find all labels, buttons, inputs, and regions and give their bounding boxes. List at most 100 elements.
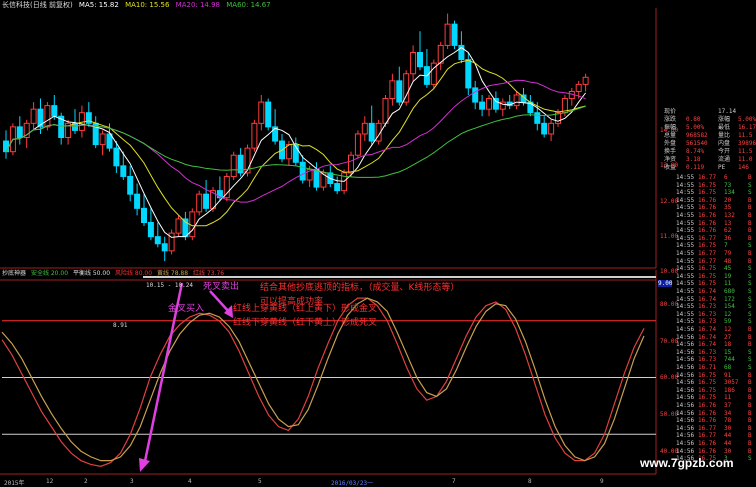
chart-header: 长信科技(日线 前复权) MA5: 15.82 MA10: 15.56 MA20… (2, 0, 275, 10)
candle-body (348, 154, 354, 174)
ref-line-label: 10.15 - 10.24 (146, 282, 193, 289)
quote-value: 398962 (738, 140, 756, 147)
candle-body (203, 193, 210, 209)
candle-body (120, 165, 127, 177)
x-axis-label: 2016/03/23一 (331, 480, 374, 487)
candle-body (299, 161, 306, 181)
quote-row: 净资 3.18 流通 11.0 (656, 156, 756, 164)
quote-label: 流通 (718, 156, 731, 163)
quote-value: 11.0 (738, 156, 753, 163)
candle-body (479, 101, 486, 110)
candle-body (492, 98, 499, 110)
candle-body (513, 94, 520, 107)
candle-body (154, 236, 161, 245)
ma60-label: MA60: 14.67 (226, 1, 271, 9)
candle-body (230, 154, 237, 177)
quote-value: 11.5 (738, 148, 753, 155)
indicator-name: 抄底神器 (2, 270, 27, 277)
x-axis-label: 9 (600, 478, 604, 485)
indicator-item: 安全线 20.00 (30, 270, 69, 277)
candle-body (258, 101, 265, 124)
golden-cross-arrowhead (139, 458, 150, 472)
candle-body (465, 59, 472, 89)
candle-body (382, 98, 389, 124)
indicator-header: 抄底神器 安全线 20.00 平衡线 50.00 风险线 80.00 黄线 78… (2, 270, 227, 278)
candle-body (444, 23, 451, 46)
x-axis-label: 7 (452, 478, 456, 485)
candle-body (16, 126, 23, 138)
candle-body (417, 52, 423, 68)
quote-value: 8.74% (686, 148, 705, 155)
quote-label: 振幅 (664, 124, 677, 131)
candle-body (251, 122, 258, 149)
candle-body (582, 76, 589, 85)
quote-label: 涨跌 (664, 116, 677, 123)
quote-label: 最低 (718, 124, 731, 131)
quote-value: 3.18 (686, 156, 701, 163)
quote-value: 11.5 (738, 132, 753, 139)
quote-label: 换手 (664, 148, 677, 155)
quote-label: 收益 (664, 164, 677, 171)
candle-body (141, 207, 147, 223)
candle-body (548, 122, 555, 135)
quote-label: 总量 (664, 132, 677, 139)
candle-body (3, 140, 9, 153)
quote-panel: 现价 17.14 涨跌 0.80 涨幅 5.00% 振幅 5.00% 最低 16.17 总量 9685… (656, 108, 756, 468)
candlestick-series (3, 13, 589, 262)
quote-label: 内盘 (718, 140, 731, 147)
indicator-item: 风险线 80.00 (114, 270, 153, 277)
candle-body (354, 133, 361, 156)
quote-value: 5.00% (686, 124, 705, 131)
tick-cell: S (748, 455, 752, 463)
candle-body (44, 105, 51, 128)
x-axis-label: 2 (84, 478, 88, 485)
ma10-label: MA10: 15.56 (125, 1, 170, 9)
candle-body (403, 73, 410, 103)
candle-body (410, 52, 417, 75)
quote-label: 现价 (664, 108, 677, 115)
x-axis-label: 8 (528, 478, 532, 485)
candle-body (396, 80, 403, 103)
golden-cross-rule: 红线上穿黄线（红上黄下）形成金叉 (233, 304, 378, 314)
ma20-label: MA20: 14.98 (175, 1, 221, 9)
quote-row: 换手 8.74% 今开 11.5 (656, 148, 756, 156)
quote-row: 总量 968582 量比 11.5 (656, 132, 756, 140)
candle-body (389, 80, 396, 100)
quote-row: 收益 0.119 PE 146 (656, 164, 756, 172)
candle-body (472, 87, 479, 103)
x-axis-label: 4 (188, 478, 192, 485)
quote-label: 净资 (664, 156, 677, 163)
candle-body (134, 193, 141, 209)
candle-body (30, 108, 37, 124)
death-cross-arrow (209, 290, 231, 314)
candle-body (534, 112, 541, 124)
candle-body (541, 122, 548, 135)
quote-label: 17.14 (718, 108, 737, 115)
candle-body (334, 183, 341, 192)
quote-row: 涨跌 0.80 涨幅 5.00% (656, 116, 756, 124)
quote-label: 今开 (718, 148, 731, 155)
x-axis-label: 12 (46, 478, 54, 485)
candle-body (361, 122, 368, 135)
candle-body (451, 23, 458, 46)
low-price-mark: 8.91 (113, 322, 128, 329)
indicator-item: 黄线 78.88 (156, 270, 189, 277)
candle-body (223, 175, 230, 199)
quote-value: 16.17 (738, 124, 756, 131)
quote-label: 涨幅 (718, 116, 731, 123)
ma5-label: MA5: 15.82 (78, 1, 119, 9)
x-axis-label: 2015年 (4, 480, 25, 487)
x-axis-label: 3 (130, 478, 134, 485)
candle-body (265, 101, 272, 128)
candle-body (99, 133, 106, 146)
quote-value: 5.00% (738, 116, 756, 123)
golden-cross-label: 金叉买入 (168, 304, 205, 314)
candle-body (51, 105, 58, 117)
stock-title: 长信科技(日线 前复权) (2, 1, 73, 9)
death-cross-label: 死叉卖出 (203, 282, 240, 292)
quote-value: 561540 (686, 140, 708, 147)
candle-body (486, 98, 492, 110)
quote-value: 0.80 (686, 116, 701, 123)
x-axis-label: 5 (258, 478, 262, 485)
candle-body (127, 175, 134, 195)
